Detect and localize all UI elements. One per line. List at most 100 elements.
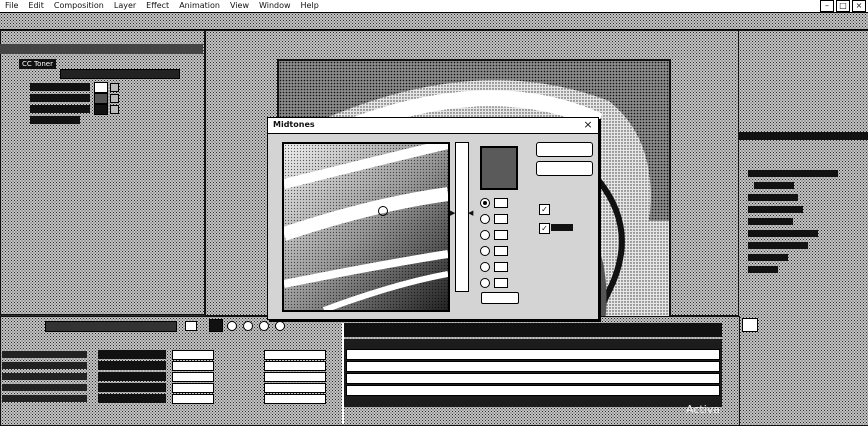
only-web-colors-checkbox[interactable]: ✓	[539, 204, 550, 215]
color-swatch[interactable]	[94, 104, 108, 115]
layer-switches[interactable]	[2, 395, 87, 402]
list-item[interactable]	[748, 266, 778, 273]
menu-composition[interactable]: Composition	[49, 0, 109, 12]
list-item[interactable]	[748, 218, 793, 225]
menu-bar: File Edit Composition Layer Effect Anima…	[0, 0, 868, 13]
layer-mode-dropdown[interactable]	[172, 372, 214, 382]
list-item[interactable]	[748, 170, 838, 177]
layer-mode-dropdown[interactable]	[172, 350, 214, 360]
hue-slider[interactable]: ▶ ◀	[450, 142, 473, 292]
brightness-radio[interactable]	[480, 230, 490, 240]
effect-name-label[interactable]: CC Toner	[19, 59, 56, 69]
list-item[interactable]	[748, 254, 788, 261]
layer-switches[interactable]	[2, 362, 87, 369]
color-swatch[interactable]	[94, 82, 108, 93]
list-item[interactable]	[748, 206, 803, 213]
layer-mode-dropdown[interactable]	[172, 394, 214, 404]
slider-arrow-icon[interactable]: ◀	[468, 209, 473, 217]
time-ruler[interactable]	[342, 323, 722, 337]
blue-radio[interactable]	[480, 278, 490, 288]
switch-icon[interactable]	[259, 321, 269, 331]
layer-row[interactable]	[2, 394, 332, 404]
layer-name-bar[interactable]	[98, 383, 166, 392]
picker-cursor[interactable]	[378, 206, 388, 216]
minimize-icon[interactable]: –	[820, 0, 834, 12]
layer-mode-dropdown[interactable]	[172, 361, 214, 371]
green-radio[interactable]	[480, 262, 490, 272]
playhead[interactable]	[342, 323, 344, 424]
close-icon[interactable]: ×	[852, 0, 866, 12]
layer-switches[interactable]	[2, 373, 87, 380]
layer-row[interactable]	[2, 361, 332, 371]
effect-property-row[interactable]	[0, 82, 190, 93]
switch-icon[interactable]	[227, 321, 237, 331]
layer-duration-bar[interactable]	[346, 361, 720, 372]
eyedropper-icon[interactable]	[110, 83, 119, 92]
hue-radio[interactable]	[480, 198, 490, 208]
menu-view[interactable]: View	[225, 0, 254, 12]
effect-property-row[interactable]	[0, 104, 190, 115]
menu-layer[interactable]: Layer	[109, 0, 141, 12]
value-field[interactable]	[494, 230, 508, 240]
eyedropper-icon[interactable]	[110, 105, 119, 114]
menu-window[interactable]: Window	[254, 0, 296, 12]
value-field[interactable]	[494, 198, 508, 208]
value-field[interactable]	[494, 214, 508, 224]
eyedropper-icon[interactable]	[110, 94, 119, 103]
switch-icon[interactable]	[209, 319, 223, 332]
close-icon[interactable]: ×	[582, 119, 594, 131]
menu-edit[interactable]: Edit	[23, 0, 49, 12]
layer-duration-bar[interactable]	[346, 373, 720, 384]
preview-checkbox[interactable]: ✓	[539, 223, 550, 234]
effect-property-row[interactable]	[0, 93, 190, 104]
layer-name-bar[interactable]	[98, 394, 166, 403]
color-picker-field[interactable]	[282, 142, 450, 312]
menu-file[interactable]: File	[0, 0, 23, 12]
menu-effect[interactable]: Effect	[141, 0, 174, 12]
restore-icon[interactable]: □	[836, 0, 850, 12]
layer-row[interactable]	[2, 372, 332, 382]
value-field[interactable]	[494, 278, 508, 288]
menu-animation[interactable]: Animation	[174, 0, 225, 12]
list-item[interactable]	[748, 230, 818, 237]
timeline-switch-icons[interactable]	[185, 319, 335, 332]
layer-duration-bar[interactable]	[346, 349, 720, 360]
layer-switches[interactable]	[2, 384, 87, 391]
color-swatch[interactable]	[94, 93, 108, 104]
layer-parent-dropdown[interactable]	[264, 372, 326, 382]
cancel-button[interactable]	[536, 161, 593, 176]
layer-parent-dropdown[interactable]	[264, 361, 326, 371]
effect-property-row[interactable]	[0, 115, 190, 126]
switch-icon[interactable]	[275, 321, 285, 331]
layer-name-bar[interactable]	[98, 361, 166, 370]
layer-row[interactable]	[2, 350, 332, 360]
value-field[interactable]	[494, 246, 508, 256]
list-item[interactable]	[748, 194, 798, 201]
layer-duration-bar[interactable]	[346, 385, 720, 396]
dialog-title-bar[interactable]: Midtones ×	[268, 118, 598, 134]
switch-icon[interactable]	[243, 321, 253, 331]
timeline-tracks[interactable]	[342, 339, 722, 407]
layer-row[interactable]	[2, 383, 332, 393]
layer-name-bar[interactable]	[98, 372, 166, 381]
layer-mode-dropdown[interactable]	[172, 383, 214, 393]
ok-button[interactable]	[536, 142, 593, 157]
switch-icon[interactable]	[185, 321, 197, 331]
layer-switches[interactable]	[2, 351, 87, 358]
value-field[interactable]	[494, 262, 508, 272]
layer-parent-dropdown[interactable]	[264, 394, 326, 404]
menu-help[interactable]: Help	[296, 0, 324, 12]
list-item[interactable]	[748, 242, 808, 249]
presets-list[interactable]	[748, 170, 848, 280]
layer-parent-dropdown[interactable]	[264, 383, 326, 393]
panel-tab[interactable]	[742, 318, 758, 332]
slider-arrow-icon[interactable]: ▶	[450, 209, 455, 217]
layer-parent-dropdown[interactable]	[264, 350, 326, 360]
saturation-radio[interactable]	[480, 214, 490, 224]
hex-field[interactable]	[481, 292, 519, 304]
timeline-search[interactable]	[45, 321, 177, 332]
red-radio[interactable]	[480, 246, 490, 256]
effect-preset-dropdown[interactable]	[60, 69, 180, 79]
layer-name-bar[interactable]	[98, 350, 166, 359]
list-item[interactable]	[754, 182, 794, 189]
